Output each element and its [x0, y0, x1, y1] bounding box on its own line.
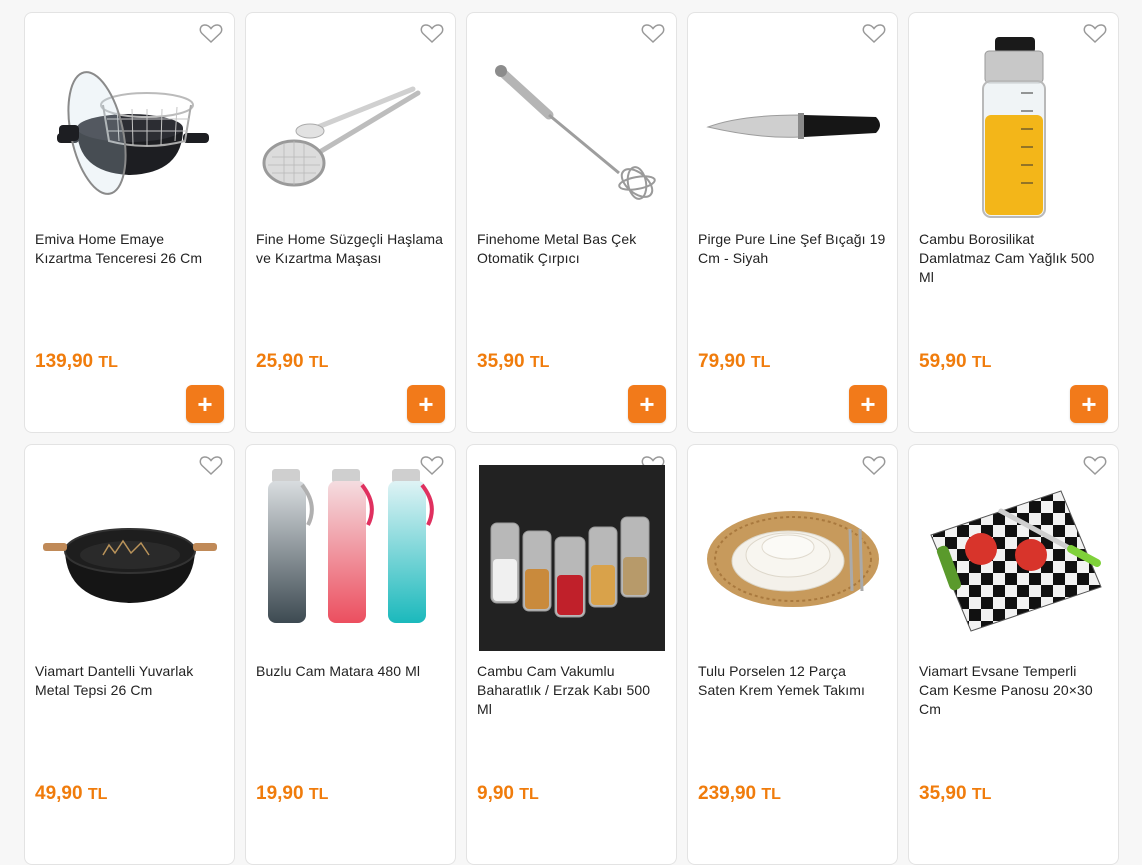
product-price: 19,90 TL: [256, 783, 328, 805]
product-card[interactable]: Tulu Porselen 12 Parça Saten Krem Yemek …: [687, 444, 898, 865]
price-currency: TL: [98, 354, 118, 371]
product-price: 35,90 TL: [477, 351, 549, 373]
price-currency: TL: [761, 786, 781, 803]
price-value: 239,90: [698, 783, 757, 804]
product-price: 35,90 TL: [919, 783, 991, 805]
product-name[interactable]: Emiva Home Emaye Kızartma Tenceresi 26 C…: [35, 230, 224, 268]
product-name[interactable]: Pirge Pure Line Şef Bıçağı 19 Cm - Siyah: [698, 230, 887, 268]
product-name[interactable]: Viamart Evsane Temperli Cam Kesme Panosu…: [919, 662, 1108, 719]
product-card[interactable]: Fine Home Süzgeçli Haşlama ve Kızartma M…: [245, 12, 456, 433]
price-currency: TL: [971, 354, 992, 371]
price-currency: TL: [519, 786, 539, 803]
price-value: 35,90: [919, 783, 967, 804]
price-value: 9,90: [477, 783, 514, 804]
add-to-cart-button[interactable]: +: [407, 385, 445, 423]
price-currency: TL: [750, 354, 771, 371]
price-value: 79,90: [698, 351, 746, 372]
product-card[interactable]: Viamart Evsane Temperli Cam Kesme Panosu…: [908, 444, 1119, 865]
cutting-board-icon[interactable]: [921, 465, 1107, 651]
price-value: 25,90: [256, 351, 304, 372]
add-to-cart-button[interactable]: +: [1070, 385, 1108, 423]
price-currency: TL: [529, 354, 550, 371]
product-price: 49,90 TL: [35, 783, 107, 805]
product-card[interactable]: Cambu Cam Vakumlu Baharatlık / Erzak Kab…: [466, 444, 677, 865]
price-value: 49,90: [35, 783, 83, 804]
product-name[interactable]: Tulu Porselen 12 Parça Saten Krem Yemek …: [698, 662, 887, 700]
add-to-cart-button[interactable]: +: [628, 385, 666, 423]
chef-knife-icon[interactable]: [700, 33, 886, 219]
metal-tray-icon[interactable]: [37, 465, 223, 651]
product-name[interactable]: Cambu Cam Vakumlu Baharatlık / Erzak Kab…: [477, 662, 666, 719]
price-currency: TL: [308, 354, 329, 371]
price-currency: TL: [87, 786, 108, 803]
product-name[interactable]: Viamart Dantelli Yuvarlak Metal Tepsi 26…: [35, 662, 224, 700]
product-name[interactable]: Finehome Metal Bas Çek Otomatik Çırpıcı: [477, 230, 666, 268]
product-price: 239,90 TL: [698, 783, 781, 805]
product-price: 9,90 TL: [477, 783, 539, 805]
add-to-cart-button[interactable]: +: [186, 385, 224, 423]
product-grid: Emiva Home Emaye Kızartma Tenceresi 26 C…: [24, 12, 1119, 865]
dinner-set-icon[interactable]: [700, 465, 886, 651]
product-price: 59,90 TL: [919, 351, 991, 373]
product-name[interactable]: Cambu Borosilikat Damlatmaz Cam Yağlık 5…: [919, 230, 1108, 287]
product-card[interactable]: Finehome Metal Bas Çek Otomatik Çırpıcı …: [466, 12, 677, 433]
product-price: 25,90 TL: [256, 351, 328, 373]
whisk-icon[interactable]: [479, 33, 665, 219]
add-to-cart-button[interactable]: +: [849, 385, 887, 423]
product-card[interactable]: Cambu Borosilikat Damlatmaz Cam Yağlık 5…: [908, 12, 1119, 433]
price-currency: TL: [971, 786, 992, 803]
price-value: 19,90: [256, 783, 304, 804]
price-currency: TL: [308, 786, 329, 803]
fryer-pot-icon[interactable]: [37, 33, 223, 219]
oil-bottle-icon[interactable]: [921, 33, 1107, 219]
product-price: 79,90 TL: [698, 351, 770, 373]
strainer-tongs-icon[interactable]: [258, 33, 444, 219]
product-card[interactable]: Emiva Home Emaye Kızartma Tenceresi 26 C…: [24, 12, 235, 433]
product-card[interactable]: Pirge Pure Line Şef Bıçağı 19 Cm - Siyah…: [687, 12, 898, 433]
price-value: 139,90: [35, 351, 94, 372]
product-price: 139,90 TL: [35, 351, 118, 373]
product-name[interactable]: Buzlu Cam Matara 480 Ml: [256, 662, 445, 681]
price-value: 35,90: [477, 351, 525, 372]
product-name[interactable]: Fine Home Süzgeçli Haşlama ve Kızartma M…: [256, 230, 445, 268]
product-card[interactable]: Viamart Dantelli Yuvarlak Metal Tepsi 26…: [24, 444, 235, 865]
spice-jars-icon[interactable]: [479, 465, 665, 651]
price-value: 59,90: [919, 351, 967, 372]
water-bottles-icon[interactable]: [258, 465, 444, 651]
product-card[interactable]: Buzlu Cam Matara 480 Ml 19,90 TL: [245, 444, 456, 865]
